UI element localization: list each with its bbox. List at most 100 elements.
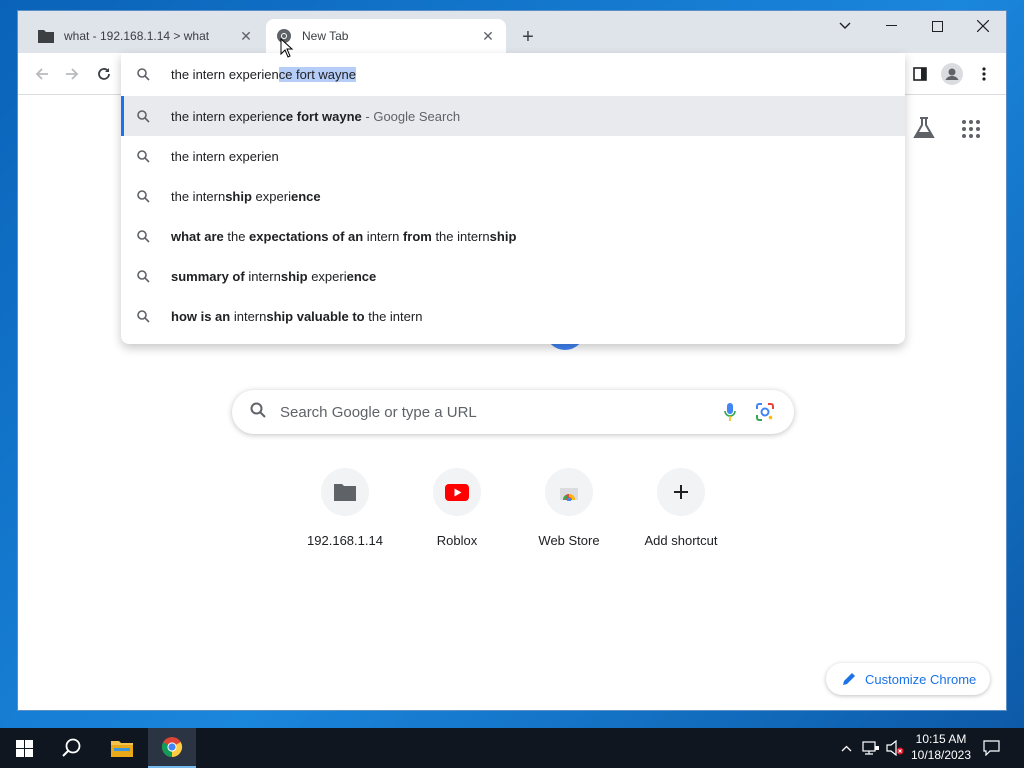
omnibox-suggestion[interactable]: the intern experience fort wayne - Googl… [121,96,905,136]
folder-icon [38,28,54,44]
windows-start-icon[interactable] [0,728,48,768]
youtube-icon [433,468,481,516]
suggestion-text-part: ship [489,228,517,244]
suggestion-text: the intern experien [171,149,279,164]
shortcut-roblox[interactable]: Roblox [401,468,513,548]
chrome-taskbar-button[interactable] [148,728,196,768]
omnibox-suggestion[interactable]: summary of internship experience [121,256,905,296]
side-panel-icon[interactable] [908,62,932,86]
chrome-window: what - 192.168.1.14 > what ✕ New Tab ✕ + [17,10,1007,711]
suggestion-text: the intern experience fort wayne [171,109,362,124]
suggestion-text-part: how is an [171,308,231,324]
search-icon [137,229,153,243]
search-icon [137,269,153,283]
file-explorer-icon[interactable] [98,728,146,768]
plus-icon [657,468,705,516]
tab-title: New Tab [302,29,349,43]
suggestion-text-part: ce fort wayne [278,108,362,124]
suggestion-text-part: experi [251,188,291,204]
reload-button[interactable] [92,62,116,86]
omnibox-suggestion[interactable]: the intern experien [121,136,905,176]
search-icon [137,189,153,203]
tab-what[interactable]: what - 192.168.1.14 > what ✕ [28,19,264,53]
suggestion-text-part: what are [171,228,224,244]
shortcut-label: Add shortcut [644,533,718,548]
search-icon [137,309,153,323]
forward-button[interactable] [60,62,84,86]
suggestion-text-part: the intern [171,188,226,204]
title-bar: what - 192.168.1.14 > what ✕ New Tab ✕ + [18,11,1006,53]
search-icon [137,68,153,81]
customize-chrome-label: Customize Chrome [865,671,977,687]
suggestion-text-part: ship [225,188,252,204]
suggestion-text-part: expectations of an [249,228,364,244]
apps-grid-icon[interactable] [962,120,980,143]
suggestion-text-part: intern [244,268,281,284]
suggestion-text-part: ence [346,268,377,284]
system-clock[interactable]: 10:15 AM 10/18/2023 [908,731,974,763]
suggestion-text-part: the intern experien [171,148,279,164]
tab-title: what - 192.168.1.14 > what [64,29,210,43]
shortcut-label: 192.168.1.14 [307,533,383,548]
tab-new-tab[interactable]: New Tab ✕ [266,19,506,53]
minimize-button[interactable] [868,11,914,41]
pencil-icon [842,672,856,686]
taskbar: 10:15 AM 10/18/2023 [0,728,1024,768]
shortcut-192-168-1-14[interactable]: 192.168.1.14 [289,468,401,548]
suggestion-text-part: intern [363,228,403,244]
search-icon [137,109,153,123]
suggestion-text: how is an internship valuable to the int… [171,309,422,324]
add-shortcut-button[interactable]: Add shortcut [625,468,737,548]
search-placeholder: Search Google or type a URL [280,403,477,421]
omnibox-autocomplete-selection: ce fort wayne [278,67,357,82]
suggestion-text: summary of internship experience [171,269,376,284]
notifications-icon[interactable] [976,728,1006,768]
tab-search-chevron-icon[interactable] [822,11,868,41]
omnibox-dropdown: the intern experien ce fort wayne the int… [121,53,905,344]
suggestion-text-part: the intern [431,228,490,244]
shortcut-label: Roblox [436,533,478,548]
omnibox-suggestion[interactable]: what are the expectations of an intern f… [121,216,905,256]
ntp-search-box[interactable]: Search Google or type a URL [232,390,794,434]
search-icon[interactable] [48,728,96,768]
suggestion-meta: - Google Search [361,108,461,124]
search-icon [137,149,153,163]
network-icon[interactable] [860,728,882,768]
webstore-icon [545,468,593,516]
clock-time: 10:15 AM [915,732,967,746]
suggestion-text: what are the expectations of an intern f… [171,229,516,244]
suggestion-text-part: summary of [171,268,245,284]
close-icon[interactable]: ✕ [238,28,254,44]
address-bar[interactable]: the intern experien ce fort wayne [121,53,905,96]
more-menu-icon[interactable] [972,62,996,86]
shortcut-label: Web Store [538,533,600,548]
suggestion-text-part: ship valuable to [266,308,365,324]
suggestion-text-part: the intern [364,308,423,324]
back-button[interactable] [30,62,54,86]
show-hidden-icons-chevron-icon[interactable] [838,728,854,768]
suggestion-text-part: intern [230,308,267,324]
voice-search-icon[interactable] [724,403,736,421]
lens-search-icon[interactable] [756,403,774,421]
profile-avatar[interactable] [940,62,964,86]
omnibox-typed-text: the intern experien [171,67,279,82]
suggestion-list: the intern experience fort wayne - Googl… [121,96,905,336]
volume-muted-icon[interactable] [884,728,906,768]
customize-chrome-button[interactable]: Customize Chrome [826,663,990,695]
shortcut-web-store[interactable]: Web Store [513,468,625,548]
maximize-button[interactable] [914,11,960,41]
suggestion-text-part: from [402,228,432,244]
new-tab-button[interactable]: + [516,25,540,49]
omnibox-suggestion[interactable]: how is an internship valuable to the int… [121,296,905,336]
close-window-button[interactable] [960,11,1006,41]
folder-icon [321,468,369,516]
labs-flask-icon[interactable] [912,117,936,144]
suggestion-text-part: experi [307,268,347,284]
suggestion-text-part: ence [290,188,321,204]
mouse-cursor-icon [280,37,294,63]
omnibox-suggestion[interactable]: the internship experience [121,176,905,216]
suggestion-text-part: the intern experien [171,108,279,124]
close-icon[interactable]: ✕ [480,28,496,44]
suggestion-text: the internship experience [171,189,321,204]
suggestion-text-part: ship [280,268,308,284]
